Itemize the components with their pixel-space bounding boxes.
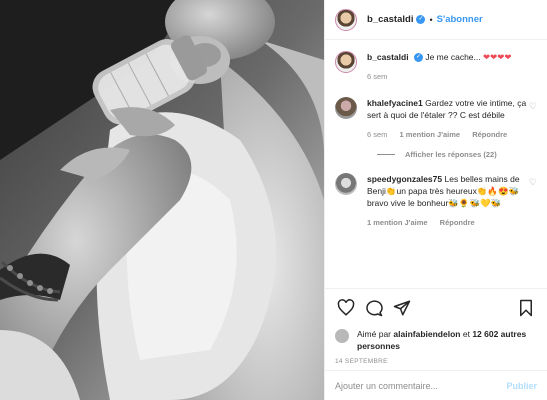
comment-like-heart-icon[interactable]: ♡ <box>529 101 537 112</box>
replies-line <box>377 154 395 155</box>
comment-body: khalefyacine1 Gardez votre vie intime, ç… <box>367 97 527 141</box>
action-icons <box>335 297 537 319</box>
view-replies-label: Afficher les réponses (22) <box>405 150 497 159</box>
follow-button[interactable]: S'abonner <box>437 14 483 25</box>
comment-item: speedygonzales75 Les belles mains de Ben… <box>335 173 537 229</box>
caption: b_castaldi ✓ Je me cache... ❤❤❤❤ 6 sem <box>335 51 537 83</box>
caption-meta: 6 sem <box>367 71 527 83</box>
post-actions: Aimé par alainfabiendelon et 12 602 autr… <box>325 288 547 365</box>
comment-username[interactable]: speedygonzales75 <box>367 174 442 184</box>
comment-icon[interactable] <box>363 297 385 319</box>
caption-text: Je me cache... <box>425 52 481 62</box>
caption-body: b_castaldi ✓ Je me cache... ❤❤❤❤ 6 sem <box>367 51 527 83</box>
caption-avatar[interactable] <box>335 51 357 73</box>
caption-username[interactable]: b_castaldi <box>367 52 409 62</box>
post-side-panel: b_castaldi ✓ • S'abonner b_castaldi ✓ Je… <box>324 0 547 400</box>
post-photo[interactable] <box>0 0 324 400</box>
post-header: b_castaldi ✓ • S'abonner <box>325 0 547 40</box>
publish-button[interactable]: Publier <box>506 381 537 391</box>
comment-meta: 1 mention J'aime Répondre <box>367 217 527 229</box>
comment-time[interactable]: 6 sem <box>367 130 387 139</box>
instagram-post: b_castaldi ✓ • S'abonner b_castaldi ✓ Je… <box>0 0 547 400</box>
verified-badge-icon: ✓ <box>416 15 426 24</box>
comment-username[interactable]: khalefyacine1 <box>367 98 423 108</box>
comment-like-heart-icon[interactable]: ♡ <box>529 177 537 188</box>
add-comment-bar: Publier <box>325 370 547 400</box>
bookmark-icon[interactable] <box>515 297 537 319</box>
post-date[interactable]: 14 SEPTEMBRE <box>335 358 537 365</box>
caption-time[interactable]: 6 sem <box>367 72 387 81</box>
liker-avatar[interactable] <box>335 329 349 343</box>
comments-list[interactable]: b_castaldi ✓ Je me cache... ❤❤❤❤ 6 sem k… <box>325 41 547 287</box>
comment-input[interactable] <box>335 380 507 391</box>
heart-outline-icon[interactable] <box>335 297 357 319</box>
liker-username[interactable]: alainfabiendelon <box>393 329 460 339</box>
comment-avatar[interactable] <box>335 173 357 195</box>
likes-prefix: Aimé par <box>357 329 392 339</box>
comment-body: speedygonzales75 Les belles mains de Ben… <box>367 173 527 229</box>
author-username[interactable]: b_castaldi <box>367 14 413 25</box>
verified-badge-icon: ✓ <box>413 53 423 63</box>
separator-dot: • <box>429 14 433 25</box>
caption-emoji: ❤❤❤❤ <box>482 52 512 62</box>
likes-and: et <box>462 329 470 339</box>
paper-plane-icon[interactable] <box>391 297 413 319</box>
reply-button[interactable]: Répondre <box>472 130 507 139</box>
comment-likes[interactable]: 1 mention J'aime <box>400 130 461 139</box>
comment-item: khalefyacine1 Gardez votre vie intime, ç… <box>335 97 537 141</box>
comment-avatar[interactable] <box>335 97 357 119</box>
comment-likes[interactable]: 1 mention J'aime <box>367 218 428 227</box>
view-replies-button[interactable]: Afficher les réponses (22) <box>377 150 537 159</box>
baby-bottle-photo <box>0 0 324 400</box>
likes-text: Aimé par alainfabiendelon et 12 602 autr… <box>357 328 537 352</box>
likes-summary: Aimé par alainfabiendelon et 12 602 autr… <box>335 328 537 352</box>
comment-meta: 6 sem 1 mention J'aime Répondre <box>367 129 527 141</box>
reply-button[interactable]: Répondre <box>440 218 475 227</box>
author-avatar[interactable] <box>335 8 357 31</box>
